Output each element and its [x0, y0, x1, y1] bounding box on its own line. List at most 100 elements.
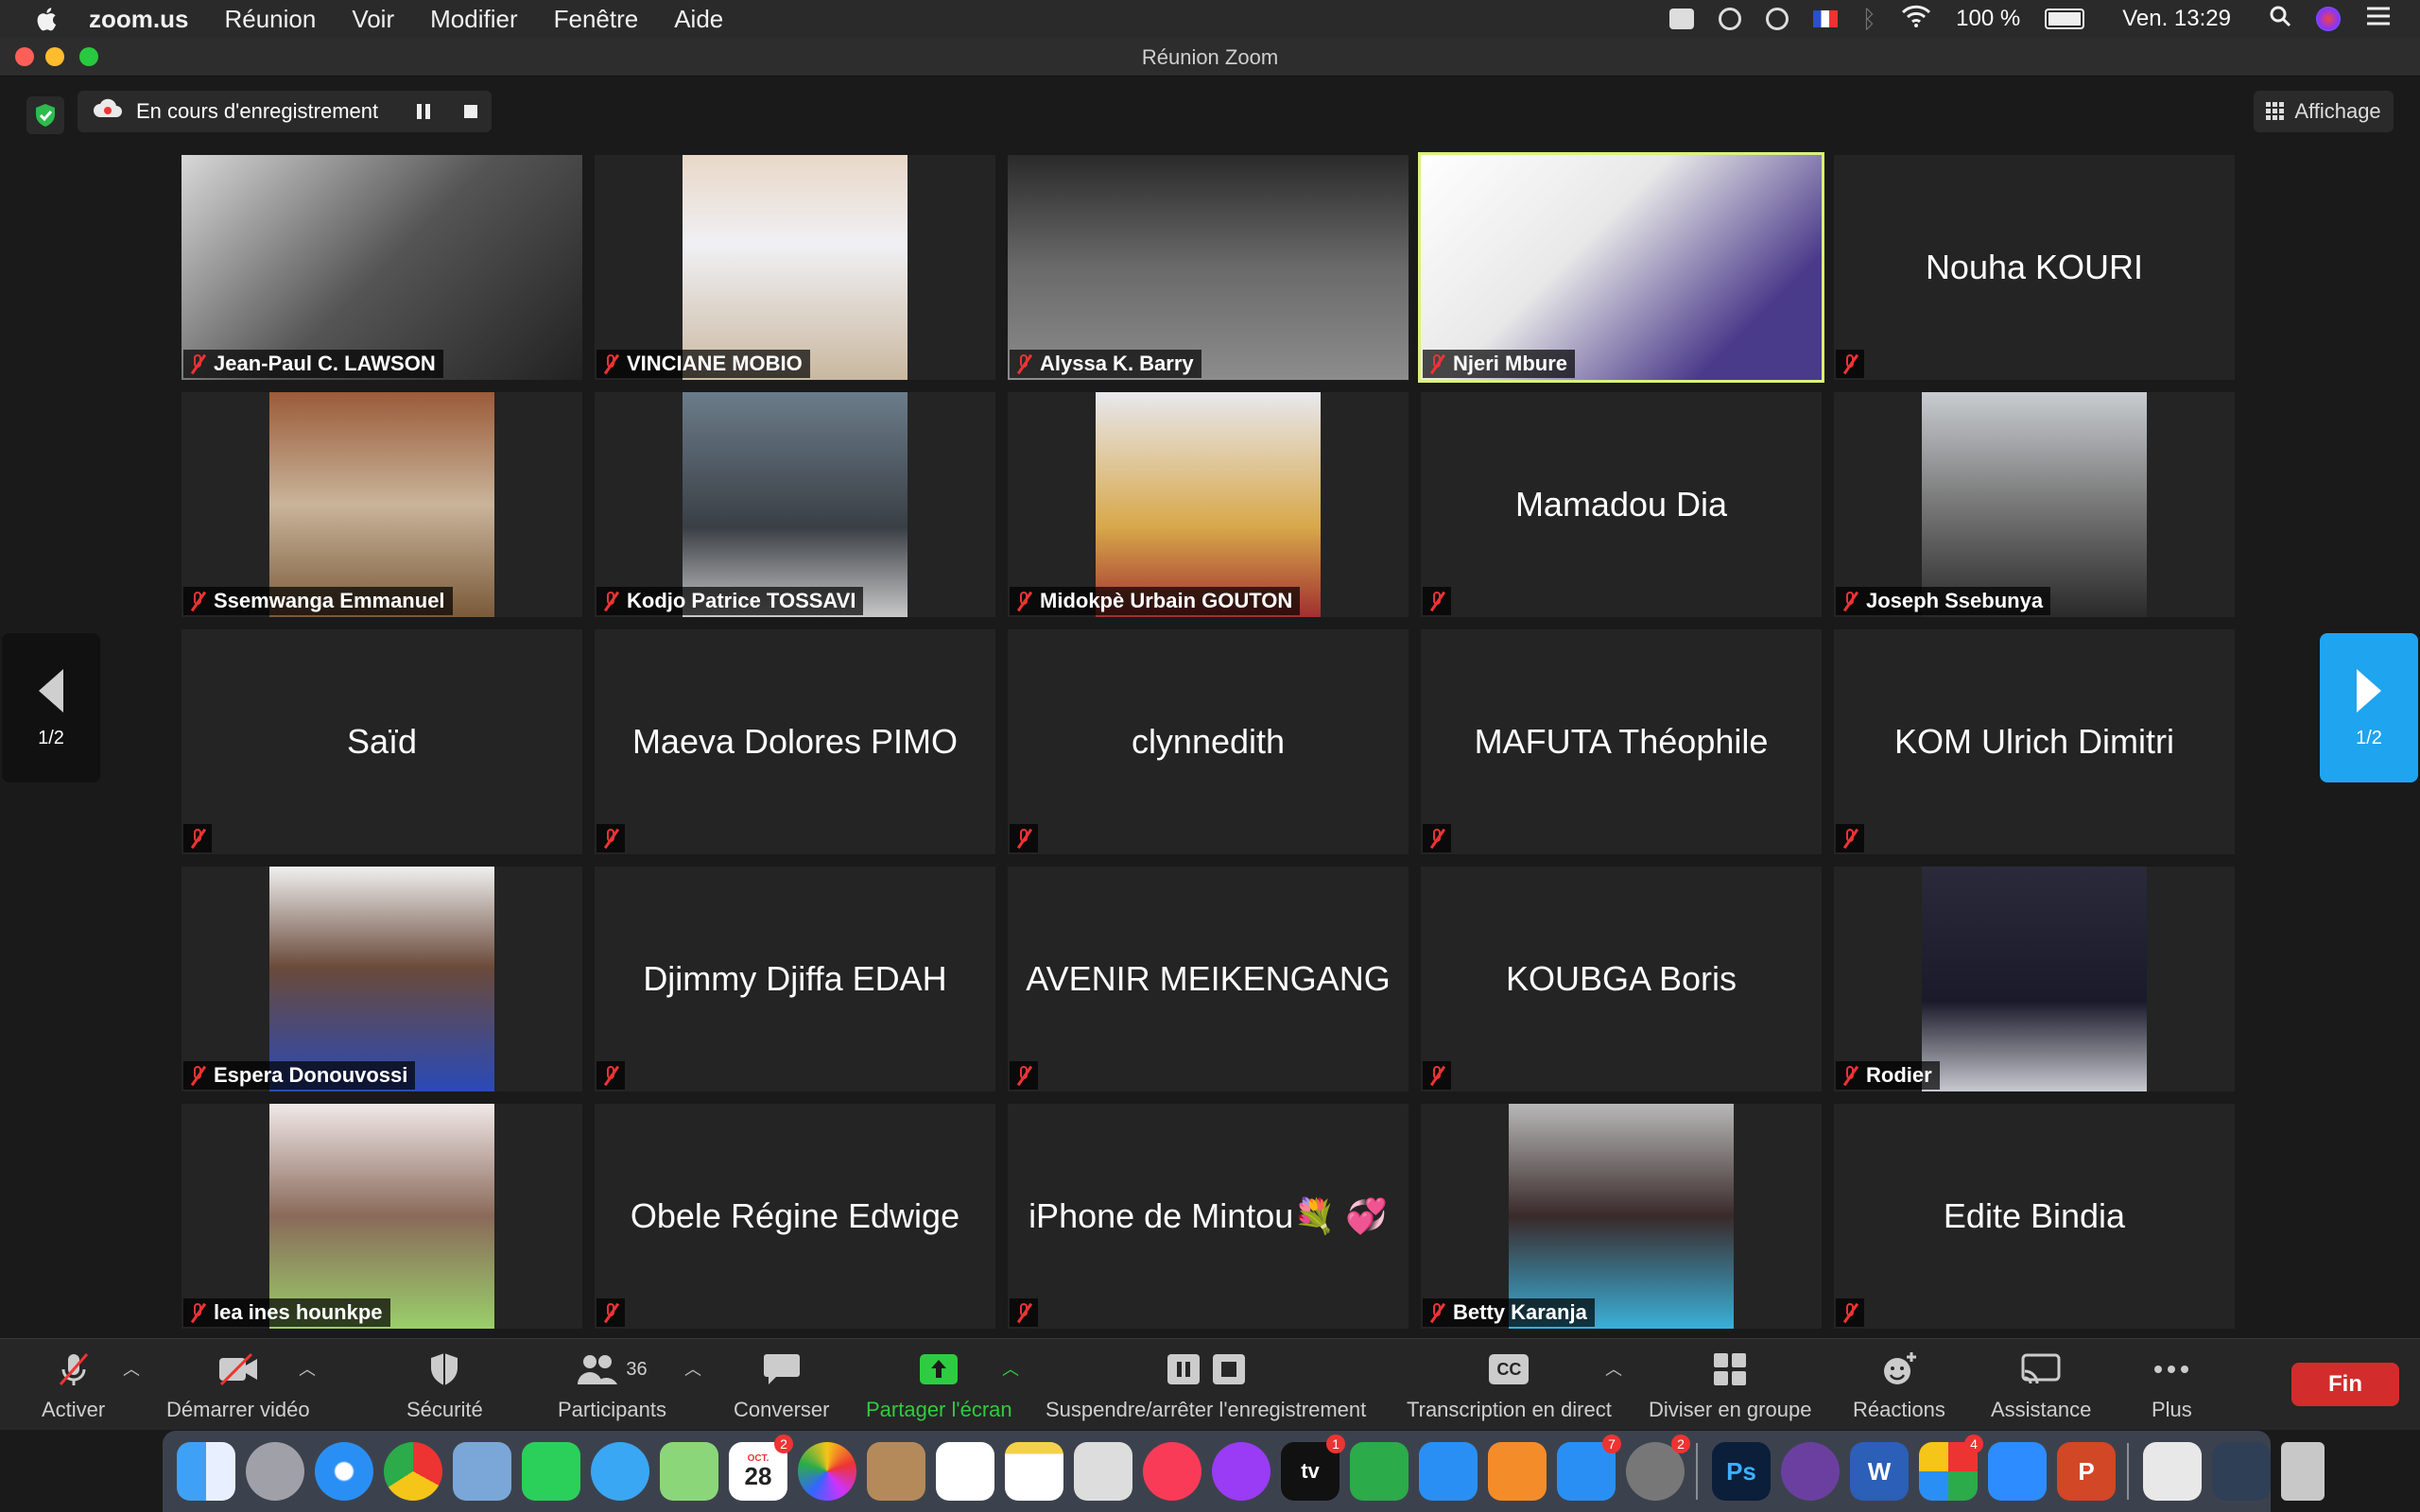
start-video-button[interactable]: Démarrer vidéo [166, 1350, 310, 1422]
finder-dock-icon[interactable] [177, 1442, 235, 1501]
participants-button[interactable]: 36 Participants [558, 1350, 666, 1422]
menu-app-name[interactable]: zoom.us [89, 5, 188, 34]
control-center-icon[interactable] [2365, 6, 2392, 33]
bluetooth-icon[interactable]: ᛒ [1862, 5, 1877, 34]
breakout-rooms-button[interactable]: Diviser en groupe [1649, 1350, 1811, 1422]
safari-dock-icon[interactable] [315, 1442, 373, 1501]
participant-tile[interactable]: VINCIANE MOBIO [595, 155, 995, 380]
menu-modifier[interactable]: Modifier [430, 5, 517, 34]
messages-dock-icon[interactable] [591, 1442, 649, 1501]
system-preferences-dock-icon[interactable]: 2 [1626, 1435, 1690, 1501]
participant-tile[interactable]: KOM Ulrich Dimitri [1834, 629, 2235, 854]
music-dock-icon[interactable] [1143, 1442, 1201, 1501]
next-page-button[interactable]: 1/2 [2320, 633, 2418, 782]
view-mode-button[interactable]: Affichage [2254, 91, 2394, 132]
photoshop-dock-icon[interactable]: Ps [1712, 1442, 1771, 1501]
numbers-dock-icon[interactable] [1350, 1442, 1409, 1501]
participant-tile[interactable]: Maeva Dolores PIMO [595, 629, 995, 854]
spotlight-search-icon[interactable] [2269, 5, 2291, 34]
contacts-dock-icon[interactable] [867, 1442, 925, 1501]
participant-tile[interactable]: Midokpè Urbain GOUTON [1008, 392, 1409, 617]
microsoft-office-dock-icon[interactable]: 4 [1919, 1435, 1983, 1501]
participant-tile[interactable]: Jean-Paul C. LAWSON [182, 155, 582, 380]
siri-icon[interactable] [2316, 7, 2341, 31]
live-transcript-button[interactable]: CC Transcription en direct [1407, 1350, 1612, 1422]
chrome-dock-icon[interactable] [384, 1442, 442, 1501]
apple-tv-dock-icon[interactable]: tv 1 [1281, 1435, 1345, 1501]
maps-dock-icon[interactable] [660, 1442, 718, 1501]
participant-tile[interactable]: Kodjo Patrice TOSSAVI [595, 392, 995, 617]
participant-tile[interactable]: Alyssa K. Barry [1008, 155, 1409, 380]
participant-tile[interactable]: Edite Bindia [1834, 1104, 2235, 1329]
participant-tile[interactable]: lea ines hounkpe [182, 1104, 582, 1329]
word-dock-icon[interactable]: W [1850, 1442, 1909, 1501]
french-flag-icon[interactable] [1812, 10, 1838, 27]
participants-options-caret[interactable]: ︿ [684, 1356, 701, 1381]
textedit-dock-icon[interactable] [1074, 1442, 1132, 1501]
participant-tile[interactable]: Obele Régine Edwige [595, 1104, 995, 1329]
pause-stop-recording-button[interactable]: Suspendre/arrêter l'enregistrement [1046, 1350, 1366, 1422]
share-screen-button[interactable]: Partager l'écran [866, 1350, 1012, 1422]
recent-window-1-dock-icon[interactable] [2143, 1442, 2202, 1501]
unmute-button[interactable]: Activer [42, 1350, 105, 1422]
participant-tile[interactable]: Rodier [1834, 867, 2235, 1091]
participant-tile[interactable]: AVENIR MEIKENGANG [1008, 867, 1409, 1091]
tor-browser-dock-icon[interactable] [1781, 1442, 1840, 1501]
previous-page-button[interactable]: 1/2 [2, 633, 100, 782]
participant-tile[interactable]: Saïd [182, 629, 582, 854]
wifi-icon[interactable] [1901, 5, 1931, 34]
participant-tile[interactable]: Betty Karanja [1421, 1104, 1822, 1329]
keynote-dock-icon[interactable] [1419, 1442, 1478, 1501]
app-store-dock-icon[interactable]: 7 [1557, 1435, 1621, 1501]
notes-dock-icon[interactable] [1005, 1442, 1063, 1501]
battery-icon[interactable] [2045, 9, 2085, 29]
participant-tile[interactable]: Espera Donouvossi [182, 867, 582, 1091]
audio-options-caret[interactable]: ︿ [123, 1356, 140, 1381]
trash-dock-icon[interactable] [2281, 1442, 2325, 1501]
reminders-dock-icon[interactable] [936, 1442, 994, 1501]
pause-stop-icons [1166, 1350, 1247, 1388]
participant-tile[interactable]: iPhone de Mintou💐 💞 [1008, 1104, 1409, 1329]
launchpad-dock-icon[interactable] [246, 1442, 304, 1501]
participant-tile[interactable]: Mamadou Dia [1421, 392, 1822, 617]
podcasts-dock-icon[interactable] [1212, 1442, 1270, 1501]
menu-reunion[interactable]: Réunion [224, 5, 316, 34]
preview-dock-icon[interactable] [453, 1442, 511, 1501]
calendar-dock-icon[interactable]: OCT. 28 2 [729, 1435, 793, 1501]
stop-recording-button[interactable] [461, 102, 480, 121]
share-options-caret[interactable]: ︿ [1002, 1356, 1019, 1381]
pause-recording-button[interactable] [414, 102, 433, 121]
chat-button[interactable]: Converser [734, 1350, 829, 1422]
menu-aide[interactable]: Aide [674, 5, 723, 34]
facetime-dock-icon[interactable] [522, 1442, 580, 1501]
photos-dock-icon[interactable] [798, 1442, 856, 1501]
assistance-button[interactable]: Assistance [1991, 1350, 2091, 1422]
reactions-button[interactable]: Réactions [1853, 1350, 1945, 1422]
participant-tile[interactable]: Djimmy Djiffa EDAH [595, 867, 995, 1091]
pages-dock-icon[interactable] [1488, 1442, 1547, 1501]
participant-tile[interactable]: clynnedith [1008, 629, 1409, 854]
encryption-shield-button[interactable] [26, 96, 64, 134]
sync-icon[interactable] [1765, 8, 1789, 30]
end-meeting-button[interactable]: Fin [2291, 1363, 2399, 1406]
reactions-label: Réactions [1853, 1398, 1945, 1421]
participant-tile[interactable]: Nouha KOURI [1834, 155, 2235, 380]
participant-tile[interactable]: MAFUTA Théophile [1421, 629, 1822, 854]
powerpoint-dock-icon[interactable]: P [2057, 1442, 2116, 1501]
clock[interactable]: Ven. 13:29 [2122, 6, 2231, 32]
participant-tile[interactable]: Njeri Mbure [1418, 152, 1824, 383]
participant-tile[interactable]: KOUBGA Boris [1421, 867, 1822, 1091]
apple-menu-icon[interactable] [32, 5, 60, 33]
zoom-status-icon[interactable] [1668, 9, 1694, 29]
participant-tile[interactable]: Joseph Ssebunya [1834, 392, 2235, 617]
zoom-dock-icon[interactable] [1988, 1442, 2047, 1501]
menu-fenetre[interactable]: Fenêtre [554, 5, 639, 34]
video-options-caret[interactable]: ︿ [299, 1356, 316, 1381]
recent-window-2-dock-icon[interactable] [2212, 1442, 2271, 1501]
more-button[interactable]: Plus [2152, 1350, 2192, 1422]
menu-voir[interactable]: Voir [352, 5, 394, 34]
captions-options-caret[interactable]: ︿ [1605, 1356, 1622, 1381]
security-button[interactable]: Sécurité [406, 1350, 483, 1422]
participant-tile[interactable]: Ssemwanga Emmanuel [182, 392, 582, 617]
creative-cloud-icon[interactable] [1718, 8, 1741, 30]
